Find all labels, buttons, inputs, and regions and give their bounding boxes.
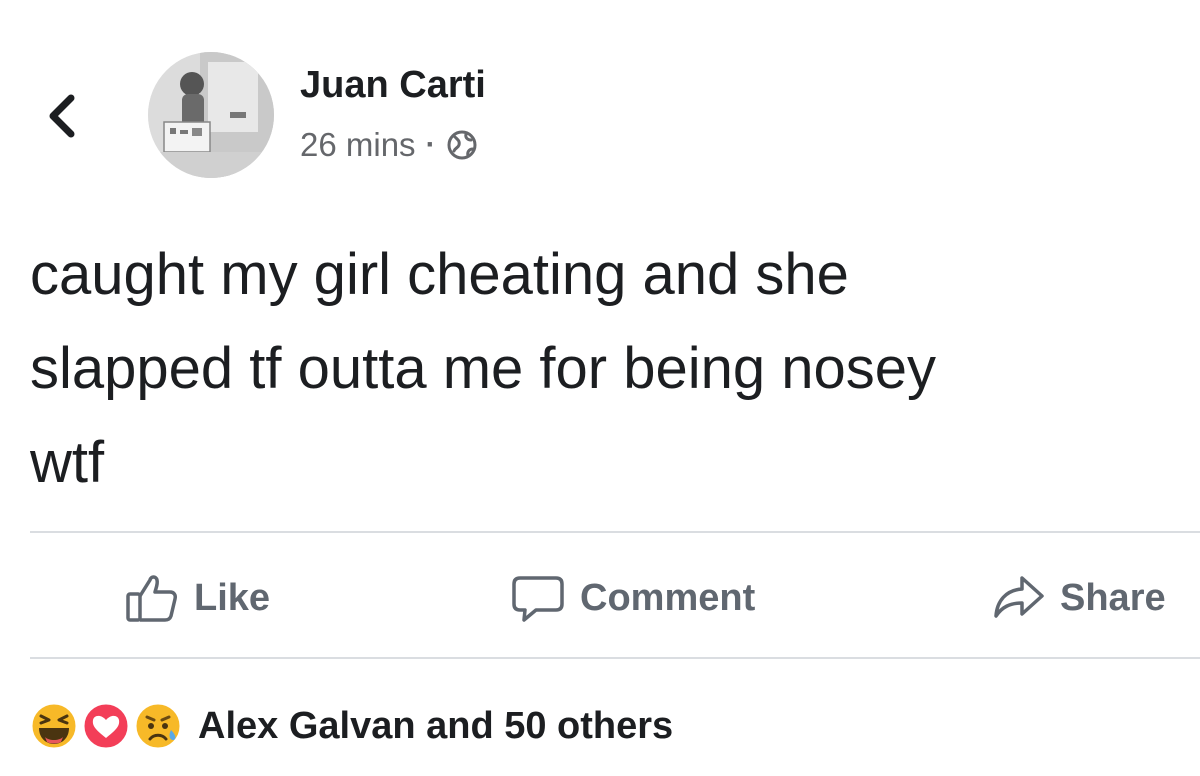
reaction-summary-text: Alex Galvan and 50 others (198, 704, 674, 747)
love-icon (81, 701, 131, 751)
share-button[interactable]: Share (990, 562, 1166, 634)
comment-icon (512, 576, 564, 622)
chevron-left-icon (49, 94, 75, 138)
divider (30, 531, 1200, 533)
author-name[interactable]: Juan Carti (300, 64, 486, 107)
comment-button[interactable]: Comment (510, 562, 755, 634)
comment-label: Comment (580, 576, 756, 619)
avatar[interactable] (148, 52, 274, 178)
back-button[interactable] (36, 86, 86, 146)
divider (30, 657, 1200, 659)
avatar-photo (148, 52, 274, 178)
haha-icon (29, 701, 79, 751)
share-icon (994, 576, 1044, 618)
reactions-summary[interactable]: Alex Galvan and 50 others (28, 696, 673, 756)
post-text: caught my girl cheating and she slapped … (30, 242, 937, 495)
thumbs-up-icon (126, 575, 177, 622)
like-button[interactable]: Like (124, 562, 270, 634)
post-meta: 26 mins · (300, 126, 478, 164)
sad-icon (133, 701, 183, 751)
globe-icon (447, 130, 477, 160)
meta-separator: · (425, 128, 436, 161)
share-label: Share (1060, 576, 1166, 619)
reaction-icons (28, 699, 188, 753)
timestamp[interactable]: 26 mins (300, 126, 416, 164)
like-label: Like (194, 576, 271, 619)
